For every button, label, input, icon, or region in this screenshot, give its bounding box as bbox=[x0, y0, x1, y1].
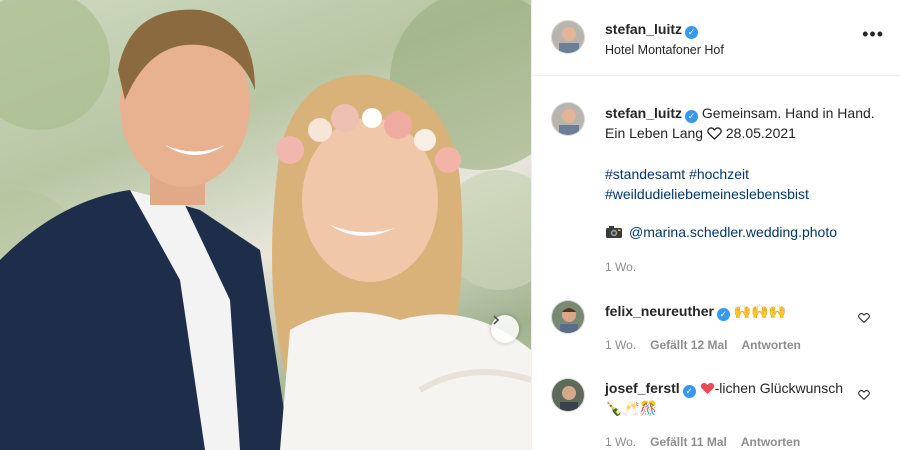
hashtag-link[interactable]: #standesamt bbox=[605, 166, 685, 182]
user-avatar-icon bbox=[552, 301, 584, 333]
verified-badge-icon: ✓ bbox=[682, 385, 696, 398]
verified-badge-icon: ✓ bbox=[716, 308, 730, 321]
like-comment-heart-icon[interactable] bbox=[858, 312, 870, 324]
post-author-username[interactable]: stefan_luitz bbox=[605, 21, 682, 37]
comment-author-username[interactable]: felix_neureuther bbox=[605, 303, 714, 319]
user-avatar-icon bbox=[552, 103, 584, 135]
comment-likes[interactable]: Gefällt 12 Mal bbox=[650, 338, 727, 352]
carousel-next-button[interactable] bbox=[491, 315, 519, 343]
hashtag-link[interactable]: #hochzeit bbox=[689, 166, 749, 182]
comment-text: 🙌🙌🙌 bbox=[733, 303, 787, 319]
comment: josef_ferstl ✓ -lichen Glückwunsch 🍾🥂🎊 bbox=[605, 378, 855, 418]
verified-badge-icon: ✓ bbox=[685, 110, 699, 123]
more-options-icon[interactable]: ••• bbox=[862, 25, 884, 43]
red-heart-icon bbox=[700, 382, 714, 394]
chevron-right-icon bbox=[493, 315, 500, 325]
photo-credit-link[interactable]: @marina.schedler.wedding.photo bbox=[629, 224, 837, 240]
comment-time[interactable]: 1 Wo. bbox=[605, 435, 636, 449]
avatar[interactable] bbox=[551, 20, 585, 54]
comment-meta: 1 Wo. Gefällt 12 Mal Antworten bbox=[605, 338, 801, 352]
comment: felix_neureuther ✓ 🙌🙌🙌 bbox=[605, 301, 855, 321]
comment-avatar[interactable] bbox=[551, 378, 585, 412]
photo-credit: @marina.schedler.wedding.photo bbox=[605, 224, 837, 240]
hashtag-list: #standesamt #hochzeit #weildudieliebemei… bbox=[605, 164, 885, 204]
comment-likes[interactable]: Gefällt 11 Mal bbox=[650, 435, 727, 449]
heart-outline-icon bbox=[707, 127, 722, 140]
post-caption: stefan_luitz ✓ Gemeinsam. Hand in Hand. E… bbox=[605, 103, 875, 143]
post-photo[interactable] bbox=[0, 0, 531, 450]
post-header: stefan_luitz ✓ Hotel Montafoner Hof ••• bbox=[532, 0, 900, 76]
caption-author-username[interactable]: stefan_luitz bbox=[605, 105, 682, 121]
user-avatar-icon bbox=[552, 21, 584, 53]
comment-author-username[interactable]: josef_ferstl bbox=[605, 380, 680, 396]
hashtag-link[interactable]: #weildudieliebemeineslebensbist bbox=[605, 186, 809, 202]
caption-date: 28.05.2021 bbox=[725, 125, 796, 141]
comment-avatar[interactable] bbox=[551, 300, 585, 334]
wedding-photo bbox=[0, 0, 531, 450]
comment-time[interactable]: 1 Wo. bbox=[605, 338, 636, 352]
reply-button[interactable]: Antworten bbox=[742, 338, 801, 352]
comment-meta: 1 Wo. Gefällt 11 Mal Antworten bbox=[605, 435, 800, 449]
post-details-panel: stefan_luitz ✓ Hotel Montafoner Hof ••• s… bbox=[531, 0, 900, 450]
post-timestamp[interactable]: 1 Wo. bbox=[605, 260, 636, 274]
verified-badge-icon: ✓ bbox=[685, 26, 699, 39]
like-comment-heart-icon[interactable] bbox=[858, 389, 870, 401]
reply-button[interactable]: Antworten bbox=[741, 435, 800, 449]
user-avatar-icon bbox=[552, 379, 584, 411]
camera-icon bbox=[606, 226, 622, 238]
post-location[interactable]: Hotel Montafoner Hof bbox=[605, 43, 724, 57]
caption-avatar[interactable] bbox=[551, 102, 585, 136]
